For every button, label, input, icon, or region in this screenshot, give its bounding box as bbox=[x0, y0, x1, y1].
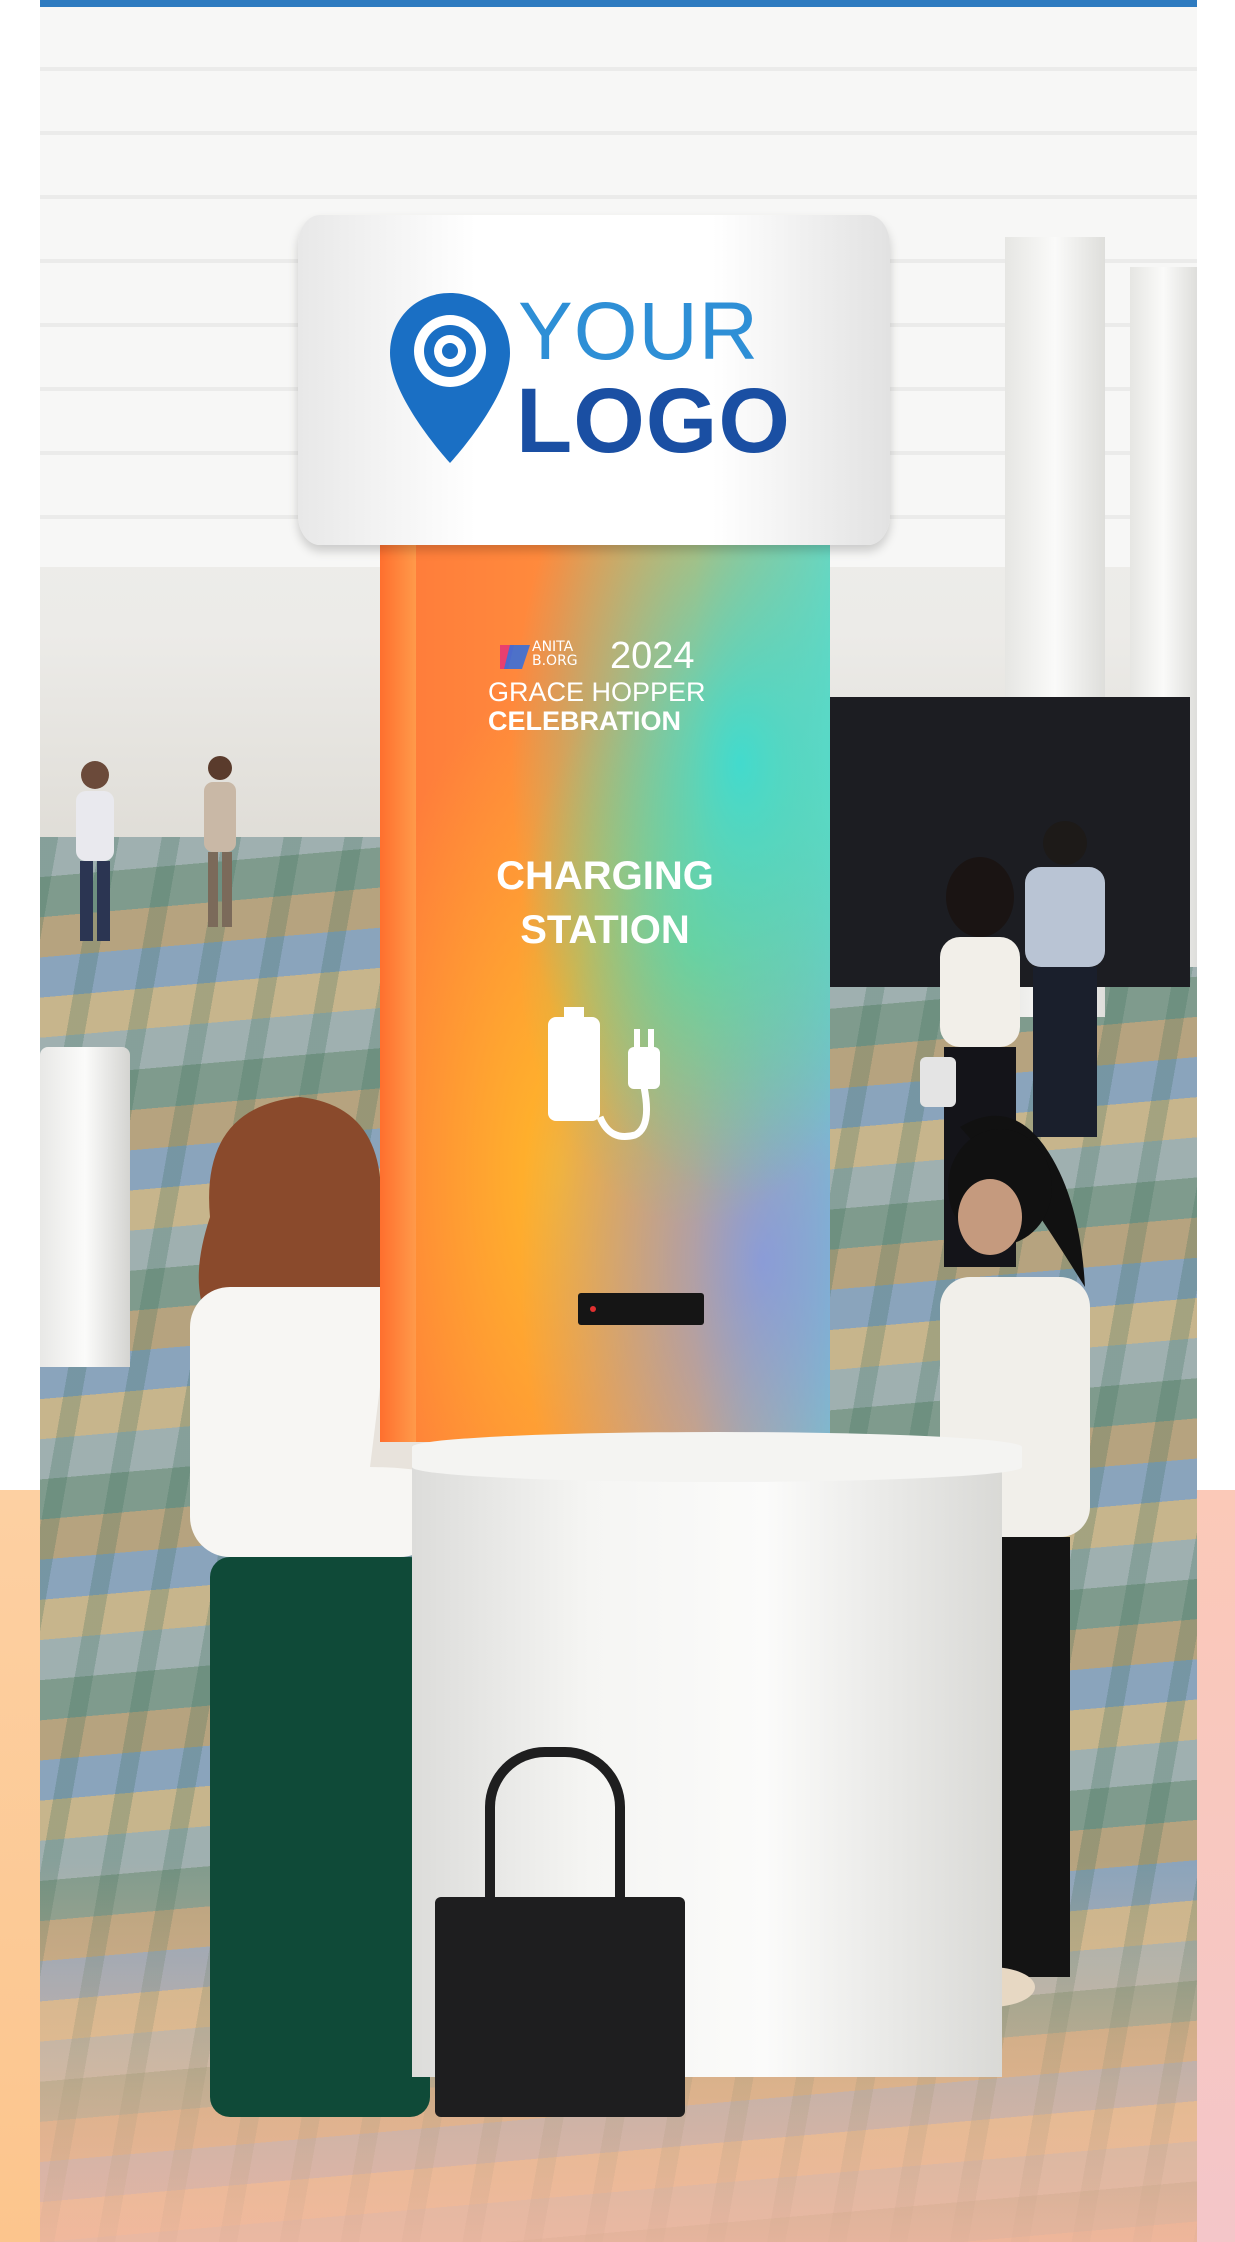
top-accent-bar bbox=[40, 0, 1197, 7]
title-line1: CHARGING bbox=[496, 854, 714, 898]
right-gradient-strip bbox=[1195, 1490, 1235, 2242]
left-gradient-strip bbox=[0, 1490, 40, 2242]
charging-tower: ANITA B.ORG 2024 GRACE HOPPER CELEBRATIO… bbox=[380, 537, 830, 1442]
location-pin-icon bbox=[390, 293, 510, 463]
tote-bag bbox=[435, 1897, 685, 2117]
logo-text-line1: YOUR bbox=[518, 286, 759, 377]
title-line2: STATION bbox=[520, 908, 690, 952]
charging-station-title: CHARGING STATION bbox=[420, 849, 790, 957]
indicator-light bbox=[590, 1306, 596, 1312]
battery-plug-icon bbox=[548, 1007, 660, 1140]
background-person bbox=[204, 756, 236, 927]
logo-sign-cylinder: YOUR LOGO bbox=[298, 215, 890, 545]
background-person bbox=[1025, 821, 1105, 1137]
event-name-line1: GRACE HOPPER bbox=[488, 677, 706, 707]
logo-text-line2: LOGO bbox=[516, 370, 791, 472]
kiosk-counter-top bbox=[412, 1432, 1022, 1482]
tower-side-edge bbox=[380, 537, 416, 1442]
event-name-line2: CELEBRATION bbox=[488, 706, 681, 736]
event-year: 2024 bbox=[610, 635, 695, 677]
background-person bbox=[76, 761, 114, 941]
anitab-org-label: ANITA B.ORG bbox=[532, 639, 578, 669]
trash-can bbox=[40, 1047, 130, 1367]
anitab-logo-icon bbox=[500, 645, 530, 669]
usb-charging-panel bbox=[578, 1293, 704, 1325]
event-photo: ANITA B.ORG 2024 GRACE HOPPER CELEBRATIO… bbox=[40, 7, 1197, 2242]
